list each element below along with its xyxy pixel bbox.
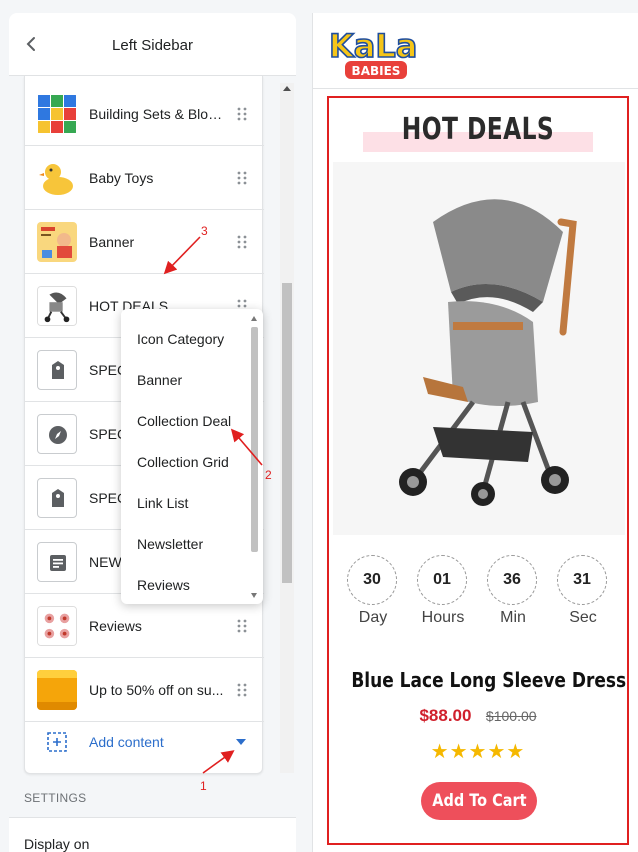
- countdown-hours-unit: Hours: [421, 609, 465, 626]
- price-row: $88.00 $100.00: [329, 706, 627, 726]
- annotation-number-2: 2: [265, 468, 272, 482]
- annotation-arrow-3: [163, 236, 201, 275]
- product-image-stroller[interactable]: [333, 162, 625, 535]
- star-rating-icon: ★★★★★: [430, 741, 526, 763]
- hot-deals-section: HOT DEALS 30 Day 01 Hours 36 Min 31 Sec …: [327, 96, 629, 845]
- annotation-number-1: 1: [200, 779, 207, 793]
- header-divider: [313, 88, 638, 89]
- countdown-seconds-unit: Sec: [569, 609, 597, 626]
- section-title: HOT DEALS: [401, 112, 555, 147]
- annotation-arrow-1: [202, 750, 235, 774]
- original-price: $100.00: [485, 708, 537, 724]
- sale-price: $88.00: [419, 706, 472, 725]
- countdown-days-unit: Day: [358, 609, 388, 626]
- countdown-hours: 01 Hours: [417, 555, 469, 627]
- kala-babies-logo: KaLa BABIES: [328, 26, 417, 79]
- countdown-timer: 30 Day 01 Hours 36 Min 31 Sec: [347, 555, 613, 627]
- countdown-minutes-value: 36: [487, 555, 537, 605]
- countdown-minutes: 36 Min: [487, 555, 539, 627]
- countdown-hours-value: 01: [417, 555, 467, 605]
- countdown-days: 30 Day: [347, 555, 399, 627]
- store-preview: KaLa BABIES HOT DEALS 30 Day 01 Hours 36…: [312, 13, 638, 852]
- annotation-number-3: 3: [201, 224, 208, 238]
- annotation-arrow-2: [230, 428, 263, 466]
- product-name[interactable]: Blue Lace Long Sleeve Dress: [351, 668, 626, 692]
- add-to-cart-label: Add To Cart: [431, 791, 527, 811]
- countdown-minutes-unit: Min: [500, 609, 526, 626]
- countdown-seconds-value: 31: [557, 555, 607, 605]
- svg-text:BABIES: BABIES: [352, 64, 401, 78]
- app-root: Left Sidebar Building Sets & Blocks Baby…: [0, 0, 638, 852]
- countdown-seconds: 31 Sec: [557, 555, 609, 627]
- add-to-cart-button[interactable]: Add To Cart: [421, 782, 537, 820]
- svg-text:KaLa: KaLa: [329, 27, 417, 65]
- countdown-days-value: 30: [347, 555, 397, 605]
